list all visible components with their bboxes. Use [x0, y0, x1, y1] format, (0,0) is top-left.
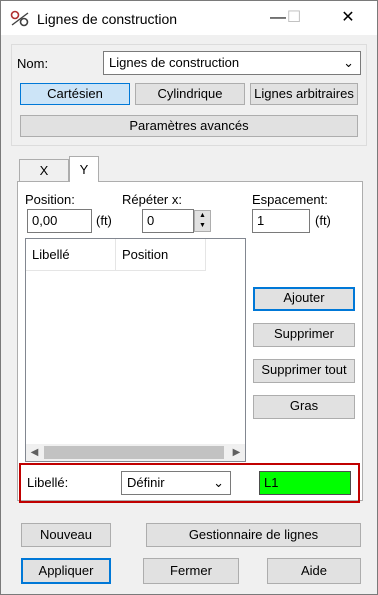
- repeat-input[interactable]: 0: [142, 209, 194, 233]
- scroll-left-icon[interactable]: ◀: [26, 444, 43, 461]
- title-bar: Lignes de construction — ☐ ✕: [1, 1, 377, 35]
- help-button[interactable]: Aide: [267, 558, 361, 584]
- cartesian-button[interactable]: Cartésien: [20, 83, 130, 105]
- position-input[interactable]: 0,00: [27, 209, 92, 233]
- name-dropdown-value: Lignes de construction: [109, 55, 240, 70]
- lines-list[interactable]: Libellé Position ◀ ▶: [25, 238, 246, 462]
- bold-button[interactable]: Gras: [253, 395, 355, 419]
- spin-down-icon[interactable]: ▼: [195, 221, 210, 231]
- spacing-input[interactable]: 1: [252, 209, 310, 233]
- scroll-right-icon[interactable]: ▶: [228, 444, 245, 461]
- construction-lines-dialog: Lignes de construction — ☐ ✕ Nom: Lignes…: [0, 0, 378, 595]
- spacing-label: Espacement:: [252, 192, 328, 207]
- label-mode-value: Définir: [127, 475, 165, 490]
- spacing-unit: (ft): [315, 213, 331, 228]
- maximize-button[interactable]: ☐: [279, 6, 309, 30]
- position-label: Position:: [25, 192, 75, 207]
- add-button[interactable]: Ajouter: [253, 287, 355, 311]
- scrollbar-thumb[interactable]: [44, 446, 224, 459]
- close-window-button[interactable]: ✕: [333, 6, 363, 30]
- line-manager-button[interactable]: Gestionnaire de lignes: [146, 523, 361, 547]
- advanced-settings-button[interactable]: Paramètres avancés: [20, 115, 358, 137]
- column-header-label[interactable]: Libellé: [26, 239, 116, 271]
- name-label: Nom:: [17, 56, 49, 71]
- tab-x[interactable]: X: [19, 159, 69, 181]
- apply-button[interactable]: Appliquer: [21, 558, 111, 584]
- column-header-position[interactable]: Position: [116, 239, 206, 271]
- chevron-down-icon: ⌄: [343, 55, 354, 70]
- delete-all-button[interactable]: Supprimer tout: [253, 359, 355, 383]
- delete-button[interactable]: Supprimer: [253, 323, 355, 347]
- new-button[interactable]: Nouveau: [21, 523, 111, 547]
- repeat-label: Répéter x:: [122, 192, 182, 207]
- chevron-down-icon: ⌄: [213, 475, 224, 490]
- label-mode-dropdown[interactable]: Définir ⌄: [121, 471, 231, 495]
- cylindrical-button[interactable]: Cylindrique: [135, 83, 245, 105]
- horizontal-scrollbar[interactable]: ◀ ▶: [26, 444, 245, 461]
- window-title: Lignes de construction: [37, 11, 178, 27]
- construction-lines-app-icon: [10, 10, 29, 27]
- spin-up-icon[interactable]: ▲: [195, 211, 210, 221]
- position-unit: (ft): [96, 213, 112, 228]
- repeat-stepper[interactable]: ▲ ▼: [194, 210, 211, 232]
- close-button[interactable]: Fermer: [143, 558, 239, 584]
- name-dropdown[interactable]: Lignes de construction ⌄: [103, 51, 361, 75]
- label-value-input[interactable]: L1: [259, 471, 351, 495]
- arbitrary-lines-button[interactable]: Lignes arbitraires: [250, 83, 358, 105]
- tab-y[interactable]: Y: [69, 156, 99, 182]
- label-row-label: Libellé:: [27, 475, 69, 490]
